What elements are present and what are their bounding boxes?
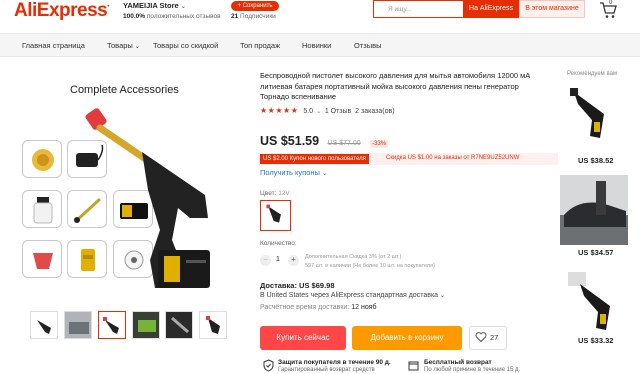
recommended-price-1[interactable]: US $38.52 (578, 156, 613, 165)
recommended-item-image-1[interactable] (560, 80, 628, 150)
current-price: US $51.59 (260, 134, 320, 148)
gallery-thumb-1[interactable] (30, 311, 58, 339)
pressure-washer-gun-image (85, 108, 210, 288)
order-discount-coupon[interactable]: Скидка US $1.00 на заказы от R7NE9UZ52UN… (386, 155, 519, 161)
free-return-title: Бесплатный возврат (424, 359, 492, 366)
color-label: Цвет: 12V (260, 190, 290, 197)
store-name[interactable]: YAMEIJIA Store ⌄ (123, 1, 186, 10)
shipping-price: Доставка: US $69.98 (260, 281, 335, 290)
coupon-band: US $2.00 Купон нового пользователя Скидк… (258, 153, 558, 165)
star-rating-icon: ★★★★★ (260, 106, 299, 115)
store-rating: 100.0% положительных отзывов (123, 13, 221, 20)
nav-item-products[interactable]: Товары ⌄ (107, 41, 140, 50)
chevron-down-icon: ⌄ (134, 44, 140, 50)
recommended-price-3[interactable]: US $33.32 (578, 336, 613, 345)
buyer-protection-subtitle: Гарантированный возврат средств (278, 367, 375, 373)
add-to-cart-button[interactable]: Добавить в корзину (352, 326, 462, 350)
nav-item-top-sellers[interactable]: Топ продаж (240, 41, 280, 50)
accessory-foam-bottle (22, 190, 62, 228)
bulk-discount-note: Дополнительная Скидка 3% (от 2 шт.) (305, 254, 402, 260)
nav-item-home[interactable]: Главная страница (22, 41, 85, 50)
get-coupons-link[interactable]: Получить купоны ⌄ (260, 168, 327, 177)
discount-badge: -33% (370, 140, 389, 148)
quantity-decrease-button[interactable]: − (260, 255, 271, 266)
color-option-12v[interactable] (260, 200, 291, 231)
recommended-price-2[interactable]: US $34.57 (578, 248, 613, 257)
search-store-button[interactable]: В этом магазине (519, 0, 585, 18)
store-nav: Главная страница Товары ⌄ Товары со скид… (0, 33, 640, 57)
image-caption: Complete Accessories (70, 84, 179, 96)
price-block: US $51.59 US $77.00 -33% (260, 132, 389, 148)
new-user-coupon[interactable]: US $2.00 Купон нового пользователя (260, 154, 369, 164)
return-box-icon (408, 361, 419, 371)
gallery-thumb-5[interactable] (165, 311, 193, 339)
cart-count-badge: 0 (609, 0, 613, 6)
search-aliexpress-button[interactable]: На AliExpress (463, 0, 519, 18)
buyer-protection-title: Защита покупателя в течение 90 д. (278, 359, 391, 366)
quantity-label: Количество: (260, 240, 297, 247)
old-price: US $77.00 (327, 140, 361, 147)
product-rating[interactable]: ★★★★★ 5.0 ⌄ 1 Отзыв 2 заказа(ов) (260, 106, 395, 115)
product-title: Беспроводной пистолет высокого давления … (260, 71, 531, 101)
accessory-nozzle (22, 240, 62, 278)
gallery-thumb-3[interactable] (98, 311, 126, 339)
main-product-image[interactable]: Complete Accessories (20, 70, 243, 298)
store-subscribers: 21 Подписчики (231, 13, 276, 20)
recommended-title: Рекомендуем вам (567, 71, 618, 77)
header: AliExpress• YAMEIJIA Store ⌄ 100.0% поло… (0, 0, 640, 32)
recommended-item-image-3[interactable] (560, 266, 628, 336)
quantity-increase-button[interactable]: + (288, 255, 299, 266)
quantity-value[interactable]: 1 (276, 256, 280, 263)
nav-item-new[interactable]: Новинки (302, 41, 331, 50)
recommended-item-image-2[interactable] (560, 175, 628, 245)
delivery-estimate: Расчётное время доставки: 12 нояб (260, 304, 377, 311)
gallery-thumb-6[interactable] (199, 311, 227, 339)
aliexpress-logo[interactable]: AliExpress• (14, 0, 109, 22)
shipping-method[interactable]: В United States через AliExpress стандар… (260, 292, 445, 299)
save-store-button[interactable]: + Сохранить (231, 1, 279, 11)
accessory-foam-cannon (22, 140, 62, 178)
search-input[interactable]: Я ищу... (373, 0, 463, 18)
gallery-thumb-2[interactable] (64, 311, 92, 339)
nav-item-reviews[interactable]: Отзывы (354, 41, 381, 50)
gallery-thumb-4[interactable] (132, 311, 160, 339)
buy-now-button[interactable]: Купить сейчас (260, 326, 346, 350)
nav-item-sale[interactable]: Товары со скидкой (153, 41, 218, 50)
shield-icon (263, 359, 274, 372)
stock-note: 597 шт. в наличии (Не более 10 шт. на по… (305, 263, 435, 269)
free-return-subtitle: По любой причине в течение 15 д. (424, 367, 521, 373)
heart-icon (475, 332, 487, 343)
chevron-down-icon: ⌄ (180, 4, 186, 10)
